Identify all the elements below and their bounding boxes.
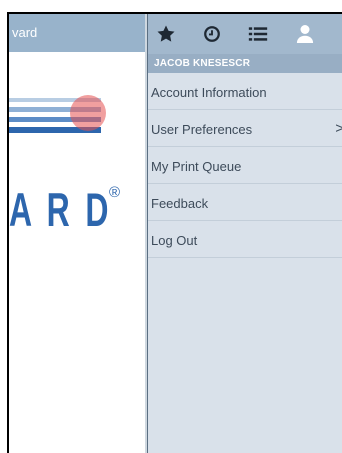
menu-item-label: Feedback [151, 196, 209, 211]
user-icon [296, 25, 314, 43]
user-name: JACOB KNESESCR [154, 58, 251, 69]
menu-item-user-preferences[interactable]: User Preferences > [148, 110, 342, 147]
window-frame: vard A R D ® JACOB KNESESCR Account Info… [7, 12, 342, 453]
chevron-right-icon: > [335, 120, 342, 137]
click-indicator [70, 95, 106, 131]
favorites-button[interactable] [152, 20, 180, 48]
recent-button[interactable] [198, 20, 226, 48]
user-menu-list: Account Information User Preferences > M… [148, 73, 342, 258]
menu-item-account-information[interactable]: Account Information [148, 73, 342, 110]
list-icon [248, 27, 268, 41]
toolbar-icon-bar [148, 14, 342, 54]
user-menu-panel: JACOB KNESESCR Account Information User … [148, 14, 342, 453]
user-name-strip: JACOB KNESESCR [148, 54, 342, 73]
menu-item-feedback[interactable]: Feedback [148, 184, 342, 221]
menu-item-my-print-queue[interactable]: My Print Queue [148, 147, 342, 184]
app-content-area: vard A R D ® [9, 14, 147, 453]
list-button[interactable] [244, 20, 272, 48]
app-header-title: vard [12, 25, 38, 40]
logo-wordmark: A R D [9, 183, 112, 236]
user-button[interactable] [292, 20, 318, 48]
menu-item-label: Log Out [151, 233, 198, 248]
registered-mark: ® [109, 184, 121, 201]
menu-item-label: Account Information [151, 85, 267, 100]
star-icon [157, 25, 175, 42]
menu-item-log-out[interactable]: Log Out [148, 221, 342, 258]
app-header: vard [9, 14, 147, 52]
clock-icon [204, 26, 220, 42]
menu-item-label: User Preferences [151, 122, 253, 137]
menu-item-label: My Print Queue [151, 159, 242, 174]
